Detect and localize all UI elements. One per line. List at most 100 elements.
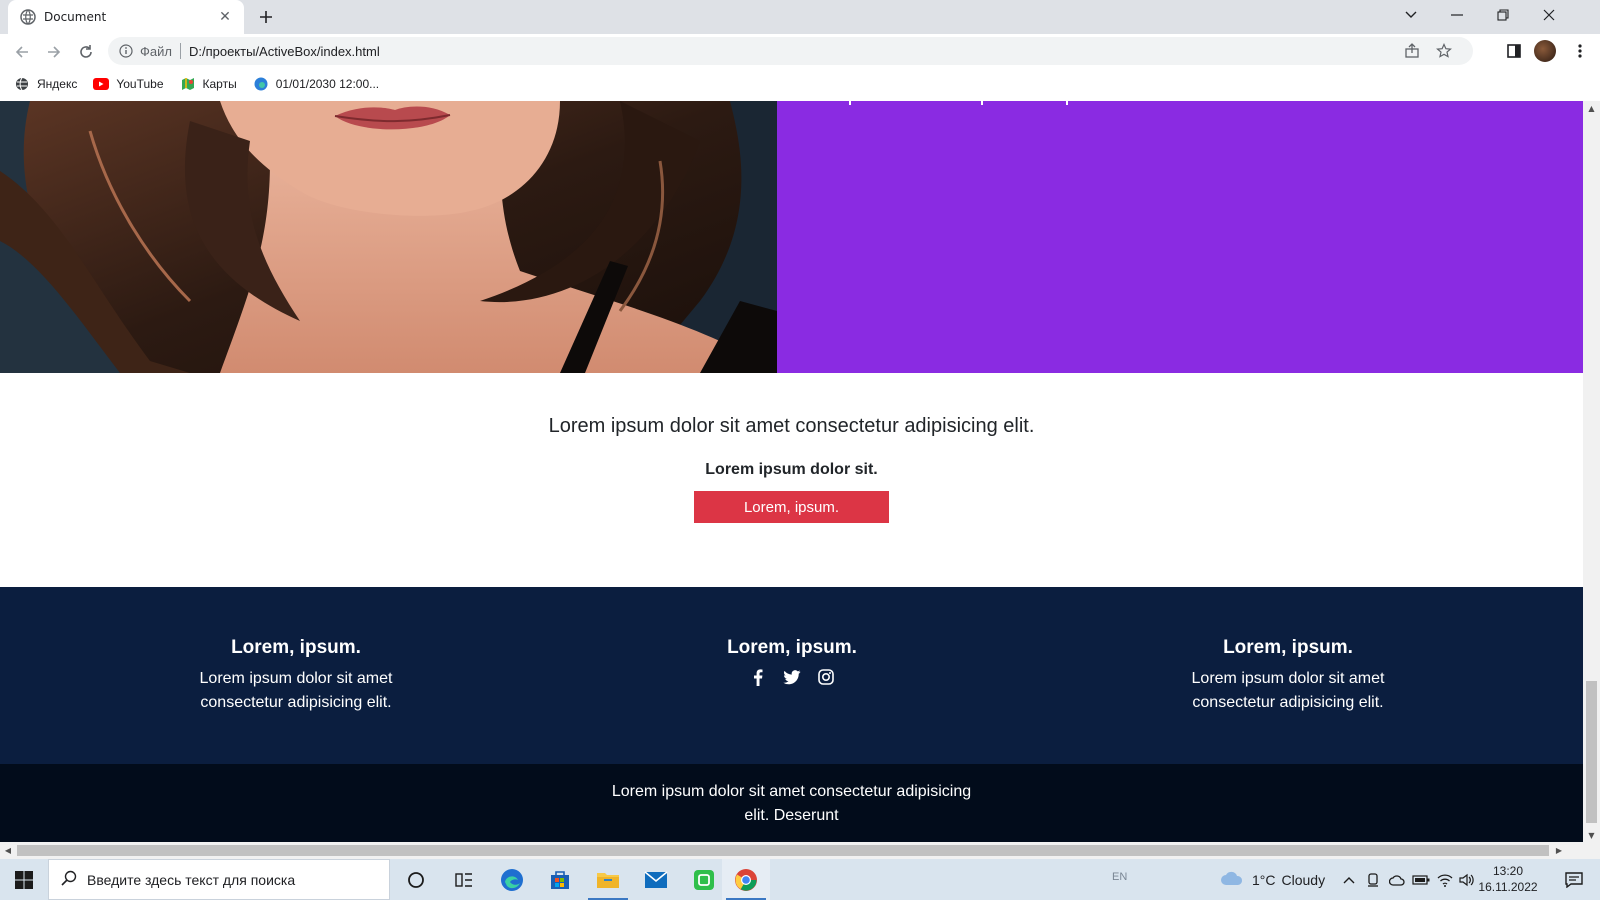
tab-title: Document <box>44 10 107 24</box>
maps-icon <box>180 76 196 92</box>
volume-icon[interactable] <box>1456 859 1478 900</box>
footer-column-text-line1: Lorem ipsum dolor sit amet <box>1191 670 1385 687</box>
cloud-icon <box>1220 870 1244 889</box>
globe-icon <box>14 76 30 92</box>
tab-strip: Document ✕ <box>0 0 1600 34</box>
footer-bottom-line2: elit. Deserunt <box>744 807 839 824</box>
address-scheme-label: Файл <box>140 43 172 59</box>
vertical-scrollbar[interactable]: ▲ ▼ <box>1583 101 1600 842</box>
bookmark-maps[interactable]: Карты <box>180 76 237 92</box>
footer-column-2: Lorem, ipsum. <box>592 637 992 687</box>
green-app-icon[interactable] <box>680 859 728 900</box>
decorative-tick <box>849 101 851 105</box>
social-links <box>592 667 992 687</box>
clock-date: 16.11.2022 <box>1478 880 1538 894</box>
page-viewport: Lorem ipsum dolor sit amet consectetur a… <box>0 101 1583 842</box>
microsoft-store-icon[interactable] <box>536 859 584 900</box>
address-bar[interactable]: Файл D:/проекты/ActiveBox/index.html <box>108 37 1473 65</box>
keyboard-language[interactable]: EN <box>1112 871 1127 883</box>
scroll-up-arrow-icon[interactable]: ▲ <box>1583 101 1600 115</box>
bookmark-youtube[interactable]: YouTube <box>93 76 164 92</box>
restore-icon[interactable] <box>1480 0 1526 30</box>
notifications-icon[interactable] <box>1556 859 1592 900</box>
footer-column-1: Lorem, ipsum. Lorem ipsum dolor sit amet… <box>96 637 496 715</box>
address-separator <box>179 43 181 59</box>
close-window-icon[interactable] <box>1526 0 1572 30</box>
cta-strong-text: Lorem ipsum dolor sit. <box>705 461 878 478</box>
cta-lead-text: Lorem ipsum dolor sit amet consectetur a… <box>548 415 1035 437</box>
browser-tab-document[interactable]: Document ✕ <box>8 0 244 34</box>
share-icon[interactable] <box>1400 39 1424 63</box>
youtube-icon <box>93 76 110 92</box>
vertical-scroll-thumb[interactable] <box>1586 681 1597 823</box>
tab-search-chevron-icon[interactable] <box>1388 0 1434 30</box>
info-icon[interactable] <box>118 43 134 59</box>
edge-browser-icon[interactable] <box>488 859 536 900</box>
taskbar-search-placeholder: Введите здесь текст для поиска <box>87 871 296 888</box>
footer-top: Lorem, ipsum. Lorem ipsum dolor sit amet… <box>0 587 1583 764</box>
forward-arrow-icon[interactable] <box>40 38 68 66</box>
decorative-tick <box>981 101 983 105</box>
twitter-icon[interactable] <box>782 667 802 687</box>
hero-section <box>0 101 1583 373</box>
more-menu-icon[interactable] <box>1568 38 1592 64</box>
new-tab-button[interactable] <box>254 5 278 29</box>
bookmarks-bar: Яндекс YouTube Карты 01/01/2030 12:00... <box>0 68 1600 100</box>
weather-condition: Cloudy <box>1281 871 1326 888</box>
mail-icon[interactable] <box>632 859 680 900</box>
clock-time: 13:20 <box>1492 864 1524 878</box>
footer-column-text-line1: Lorem ipsum dolor sit amet <box>199 670 393 687</box>
windows-start-icon[interactable] <box>0 859 48 900</box>
browser-toolbar: Файл D:/проекты/ActiveBox/index.html <box>0 34 1600 68</box>
onedrive-icon[interactable] <box>1386 859 1408 900</box>
chevron-up-icon[interactable] <box>1338 859 1360 900</box>
battery-icon[interactable] <box>1410 859 1432 900</box>
bookmark-edge-date[interactable]: 01/01/2030 12:00... <box>253 76 379 92</box>
chrome-icon[interactable] <box>722 859 770 900</box>
file-explorer-icon[interactable] <box>584 859 632 900</box>
footer-column-text-line2: consectetur adipisicing elit. <box>1192 694 1384 711</box>
footer-column-title: Lorem, ipsum. <box>727 637 857 658</box>
scroll-down-arrow-icon[interactable]: ▼ <box>1583 828 1600 842</box>
address-url[interactable]: D:/проекты/ActiveBox/index.html <box>189 44 380 59</box>
decorative-tick <box>1066 101 1068 105</box>
task-view-icon[interactable] <box>440 859 488 900</box>
bookmark-label: YouTube <box>116 77 164 91</box>
facebook-icon[interactable] <box>748 667 768 687</box>
footer-bottom-line1: Lorem ipsum dolor sit amet consectetur a… <box>611 783 972 800</box>
footer-column-text-line2: consectetur adipisicing elit. <box>200 694 392 711</box>
cortana-icon[interactable] <box>392 859 440 900</box>
hero-portrait-image <box>0 101 777 373</box>
scroll-right-arrow-icon[interactable]: ▶ <box>1552 842 1566 859</box>
system-clock[interactable]: 13:20 16.11.2022 <box>1476 863 1540 895</box>
back-arrow-icon[interactable] <box>8 38 36 66</box>
footer-column-title: Lorem, ipsum. <box>1223 637 1353 658</box>
bookmark-yandex[interactable]: Яндекс <box>14 76 77 92</box>
edge-icon <box>253 76 269 92</box>
profile-avatar[interactable] <box>1534 40 1556 62</box>
cta-button[interactable]: Lorem, ipsum. <box>694 491 889 523</box>
weather-widget[interactable]: 1°C Cloudy <box>1220 859 1325 900</box>
meet-now-icon[interactable] <box>1362 859 1384 900</box>
bookmark-star-icon[interactable] <box>1432 39 1456 63</box>
bookmark-label: Яндекс <box>37 77 78 91</box>
hero-purple-panel <box>777 101 1583 373</box>
wifi-icon[interactable] <box>1434 859 1456 900</box>
scroll-left-arrow-icon[interactable]: ◀ <box>1 842 15 859</box>
search-icon <box>61 870 77 890</box>
taskbar-search-box[interactable]: Введите здесь текст для поиска <box>48 859 390 900</box>
windows-taskbar: Введите здесь текст для поиска EN 1°C Cl… <box>0 859 1600 900</box>
minimize-icon[interactable] <box>1434 0 1480 30</box>
horizontal-scrollbar[interactable]: ◀ ▶ <box>0 842 1600 859</box>
instagram-icon[interactable] <box>816 667 836 687</box>
horizontal-scroll-thumb[interactable] <box>17 845 1549 856</box>
weather-temp: 1°C <box>1252 871 1276 888</box>
reload-icon[interactable] <box>72 38 100 66</box>
side-panel-icon[interactable] <box>1502 39 1526 63</box>
footer-column-title: Lorem, ipsum. <box>231 637 361 658</box>
close-icon[interactable]: ✕ <box>216 8 234 26</box>
footer-bottom: Lorem ipsum dolor sit amet consectetur a… <box>0 764 1583 842</box>
globe-icon <box>20 9 36 25</box>
cta-section: Lorem ipsum dolor sit amet consectetur a… <box>0 373 1583 587</box>
footer-column-3: Lorem, ipsum. Lorem ipsum dolor sit amet… <box>1088 637 1488 715</box>
